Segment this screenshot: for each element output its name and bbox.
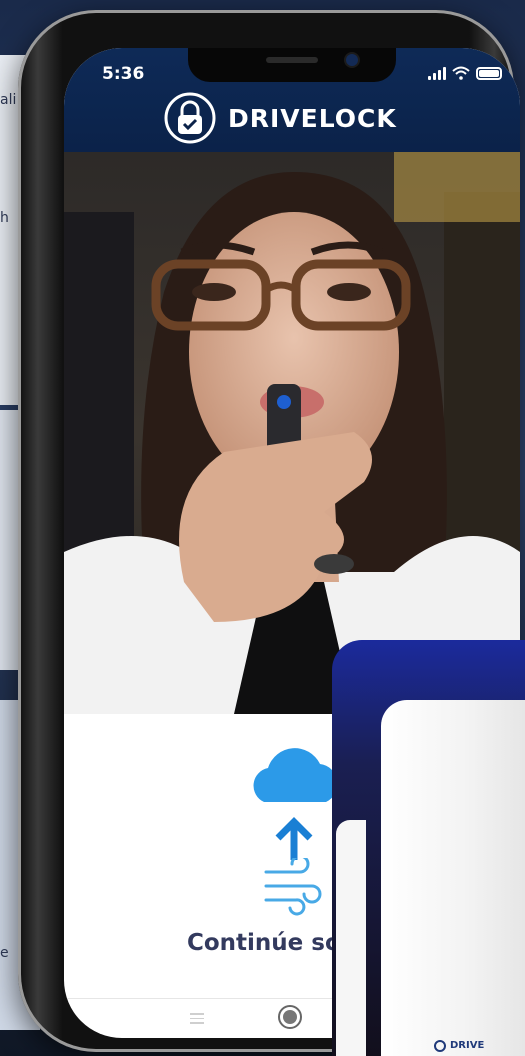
user-photo (64, 152, 520, 714)
signal-icon (428, 66, 446, 80)
background-text-fragment: e (0, 945, 9, 961)
arrow-up-icon (275, 817, 313, 860)
brand-name: DRIVELOCK (228, 103, 397, 133)
lock-check-icon (164, 92, 216, 144)
home-button-icon[interactable] (278, 1005, 302, 1029)
device-front-panel (381, 700, 525, 1056)
wind-icon (264, 858, 322, 916)
background-text-fragment: ali (0, 92, 17, 108)
device-panel-side (336, 820, 366, 1056)
device-brand-icon (434, 1040, 446, 1052)
cloud-icon (253, 748, 338, 860)
speaker-grille (266, 57, 318, 63)
phone-notch (188, 48, 396, 82)
wifi-icon (452, 66, 470, 80)
status-time: 5:36 (102, 64, 145, 84)
battery-icon (476, 67, 502, 80)
status-icons (428, 66, 502, 80)
menu-icon[interactable] (190, 1013, 204, 1027)
device-brand: DRIVE (450, 1040, 485, 1051)
background-text-fragment: h (0, 210, 9, 226)
front-camera (346, 54, 358, 66)
brand-logo: DRIVELOCK (164, 92, 397, 144)
app-header: 5:36 DRIVELOCK (64, 48, 520, 152)
